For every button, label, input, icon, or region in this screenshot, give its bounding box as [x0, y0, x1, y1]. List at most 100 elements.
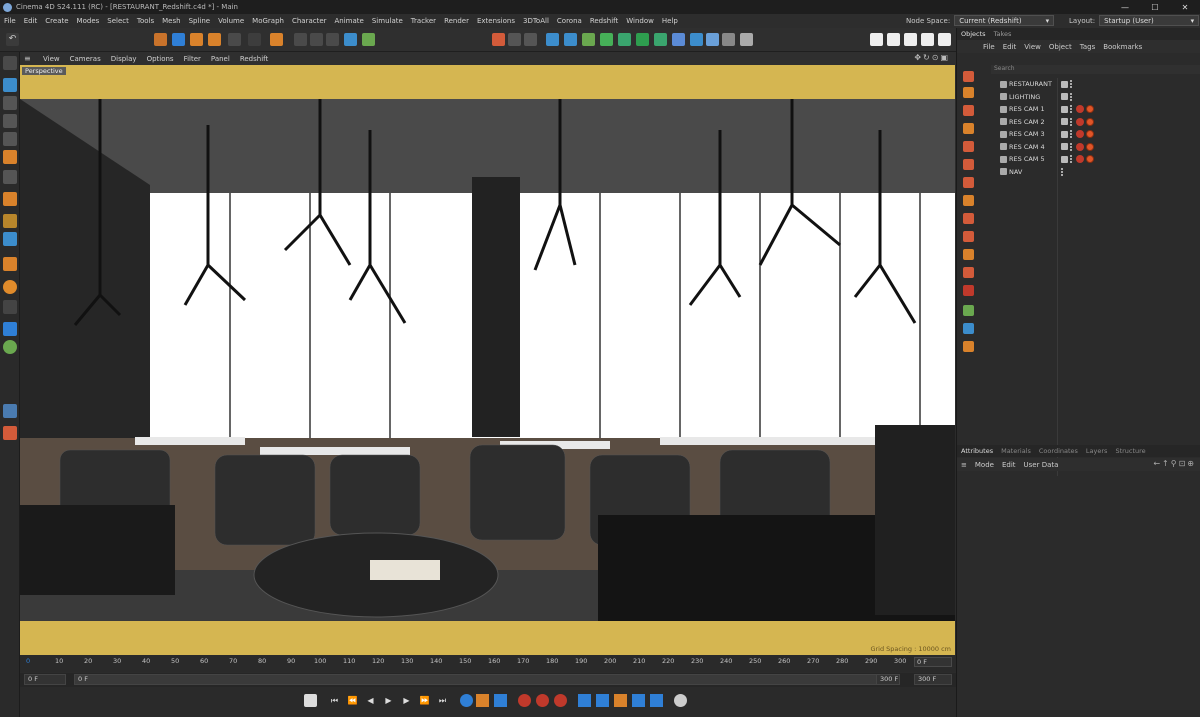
world-axis-icon[interactable] [362, 33, 375, 46]
edges-mode-icon[interactable] [3, 96, 17, 110]
layer-checkbox[interactable] [1061, 118, 1068, 126]
attributes-navigation-icons[interactable]: ←↑⚲⊡⊕ [1153, 459, 1196, 468]
layer-checkbox[interactable] [1061, 80, 1068, 88]
visibility-dots[interactable] [1070, 105, 1073, 114]
hamburger-icon[interactable]: ≡ [957, 461, 971, 469]
menu-help[interactable]: Help [658, 17, 682, 25]
y-axis-icon[interactable] [310, 33, 323, 46]
timeline-ruler[interactable]: 0 10 20 30 40 50 60 70 80 90 100 110 120… [20, 655, 956, 672]
axis-icon[interactable] [270, 33, 283, 46]
menu-render[interactable]: Render [440, 17, 473, 25]
snap-icon[interactable] [248, 33, 261, 46]
layer-checkbox[interactable] [1061, 93, 1068, 101]
camera-icon[interactable] [690, 33, 703, 46]
sun-icon[interactable] [963, 213, 974, 224]
light-icon[interactable] [706, 33, 719, 46]
scene-icon[interactable] [722, 33, 735, 46]
tab-structure[interactable]: Structure [1111, 447, 1149, 455]
position-key-icon[interactable] [578, 694, 591, 707]
x-axis-icon[interactable] [294, 33, 307, 46]
render-view-icon[interactable] [870, 33, 883, 46]
previous-frame-icon[interactable]: ◀ [364, 694, 377, 707]
object-row[interactable]: RES CAM 4 [989, 141, 1200, 154]
object-row[interactable]: RES CAM 1 [989, 103, 1200, 116]
redshift-icon[interactable] [963, 71, 974, 82]
viewport-menu-view[interactable]: View [38, 55, 65, 63]
dome-light-icon[interactable] [963, 177, 974, 188]
redshift-camera-tag-icon[interactable] [1076, 117, 1084, 126]
start-frame-field[interactable]: 0 F [24, 674, 66, 685]
attributes-menu-mode[interactable]: Mode [971, 461, 998, 469]
undo-icon[interactable]: ↶ [6, 33, 19, 46]
settings-icon[interactable] [963, 341, 974, 352]
plugin-icon[interactable] [3, 340, 17, 354]
menu-file[interactable]: File [0, 17, 20, 25]
protection-tag-icon[interactable] [1086, 117, 1094, 126]
maximize-button[interactable]: ☐ [1140, 0, 1170, 14]
physical-sky-icon[interactable] [963, 231, 974, 242]
redshift-camera-tag-icon[interactable] [1076, 155, 1084, 164]
preview-range-slider[interactable]: 0 F [74, 674, 899, 685]
object-row[interactable]: RES CAM 2 [989, 116, 1200, 129]
portal-light-icon[interactable] [963, 285, 974, 296]
field-icon[interactable] [654, 33, 667, 46]
tab-takes[interactable]: Takes [990, 30, 1016, 38]
objects-menu-edit[interactable]: Edit [999, 43, 1021, 51]
param-key-icon[interactable] [632, 694, 645, 707]
render-queue-icon[interactable] [921, 33, 934, 46]
object-row[interactable]: LIGHTING [989, 91, 1200, 104]
viewport-menu-redshift[interactable]: Redshift [235, 55, 273, 63]
layer-checkbox[interactable] [1061, 105, 1068, 113]
model-mode-icon[interactable] [492, 33, 505, 46]
point-level-key-icon[interactable] [650, 694, 663, 707]
transform-tool-icon[interactable] [228, 33, 241, 46]
paint-icon[interactable] [3, 257, 17, 271]
layout-dropdown[interactable]: Startup (User) ▾ [1099, 15, 1200, 26]
environment-icon[interactable] [963, 159, 974, 170]
vray-icon[interactable] [3, 404, 17, 418]
snap-settings-icon[interactable] [3, 232, 17, 246]
vertex-icon[interactable] [963, 305, 974, 316]
proxy-icon[interactable] [963, 141, 974, 152]
autokey-icon[interactable] [494, 694, 507, 707]
array-icon[interactable] [600, 33, 613, 46]
end-frame-field[interactable]: 300 F [914, 674, 952, 685]
z-axis-icon[interactable] [326, 33, 339, 46]
make-editable-icon[interactable] [3, 56, 17, 70]
viewport-menu-display[interactable]: Display [106, 55, 142, 63]
menu-3dtoall[interactable]: 3DToAll [519, 17, 553, 25]
render-settings-icon[interactable] [963, 105, 974, 116]
record-icon[interactable] [518, 694, 531, 707]
render-picture-viewer-icon[interactable] [887, 33, 900, 46]
go-to-end-icon[interactable]: ⏭ [436, 694, 449, 707]
visibility-dots[interactable] [1070, 130, 1073, 139]
brush-icon[interactable] [3, 322, 17, 336]
record-key-icon[interactable] [554, 694, 567, 707]
rotation-key-icon[interactable] [596, 694, 609, 707]
minimize-button[interactable]: — [1110, 0, 1140, 14]
object-row[interactable]: RESTAURANT [989, 78, 1200, 91]
edit-render-settings-icon[interactable] [904, 33, 917, 46]
menu-simulate[interactable]: Simulate [368, 17, 407, 25]
auto-record-icon[interactable] [536, 694, 549, 707]
polygons-mode-icon[interactable] [3, 114, 17, 128]
visibility-dots[interactable] [1070, 80, 1073, 89]
menu-window[interactable]: Window [622, 17, 658, 25]
object-mode-icon[interactable] [3, 150, 17, 164]
layer-checkbox[interactable] [1061, 143, 1068, 151]
viewport-menu-panel[interactable]: Panel [206, 55, 235, 63]
substance-icon[interactable] [3, 280, 17, 294]
viewport-navigation-icons[interactable]: ✥↻⊙▣ [914, 53, 950, 62]
tab-layers[interactable]: Layers [1082, 447, 1112, 455]
object-row[interactable]: RES CAM 3 [989, 128, 1200, 141]
points-mode-icon[interactable] [3, 78, 17, 92]
bend-icon[interactable] [618, 33, 631, 46]
menu-modes[interactable]: Modes [73, 17, 104, 25]
volume-icon[interactable] [963, 249, 974, 260]
previous-key-icon[interactable]: ⏪ [346, 694, 359, 707]
objects-menu-tags[interactable]: Tags [1076, 43, 1100, 51]
menu-mograph[interactable]: MoGraph [248, 17, 288, 25]
visibility-dots[interactable] [1070, 155, 1073, 164]
menu-tools[interactable]: Tools [133, 17, 158, 25]
attributes-menu-edit[interactable]: Edit [998, 461, 1020, 469]
